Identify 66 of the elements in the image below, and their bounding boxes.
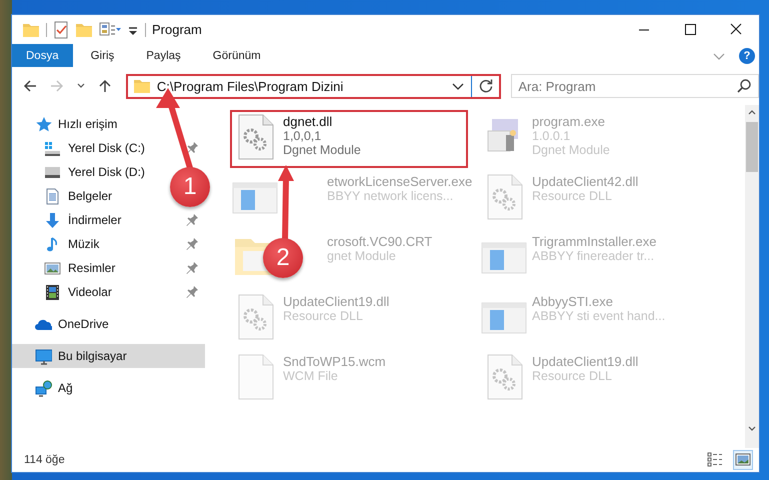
file-name: UpdateClient42.dll — [532, 174, 638, 189]
sidebar-item[interactable]: Bu bilgisayar — [12, 344, 205, 368]
address-bar[interactable]: C:\Program Files\Program Dizini — [126, 74, 502, 98]
pin-icon[interactable] — [185, 237, 199, 251]
window-title: Program — [152, 22, 202, 37]
folder-icon — [132, 77, 151, 95]
file-detail: Resource DLL — [283, 309, 364, 323]
address-path: C:\Program Files\Program Dizini — [156, 78, 344, 94]
network-icon — [35, 380, 52, 396]
search-icon[interactable] — [736, 78, 752, 94]
sidebar-item[interactable]: OneDrive — [12, 312, 115, 336]
pin-icon[interactable] — [185, 141, 199, 155]
file-detail: 1,0,0,1 — [283, 129, 322, 143]
ribbon-tab[interactable]: Dosya — [12, 44, 73, 67]
document-icon — [44, 188, 61, 204]
film-icon — [44, 284, 61, 300]
drive-icon — [44, 140, 61, 156]
file-detail: BBYY network licens... — [327, 189, 454, 203]
file-name: UpdateClient19.dll — [532, 354, 638, 369]
sidebar-item[interactable]: Videolar — [12, 280, 205, 304]
file-name: TrigrammInstaller.exe — [532, 234, 656, 249]
file-name: program.exe — [532, 114, 606, 129]
file-name: crosoft.VC90.CRT — [327, 234, 432, 249]
download-arrow-icon — [44, 212, 61, 228]
star-icon — [35, 116, 52, 132]
sidebar-item[interactable]: İndirmeler — [12, 208, 205, 232]
pin-icon[interactable] — [185, 261, 199, 275]
scrollbar-drawing[interactable] — [745, 105, 759, 448]
file-detail: Resource DLL — [532, 369, 613, 383]
search-field[interactable]: Ara: Program — [511, 74, 759, 98]
file-name: dgnet.dll — [283, 114, 334, 129]
file-detail: ABBYY finereader tr... — [532, 249, 656, 263]
file-detail: gnet Module — [327, 249, 397, 263]
ribbon-tab[interactable]: Görünüm — [198, 44, 275, 67]
file-name: UpdateClient19.dll — [283, 294, 390, 309]
help-button[interactable]: ? — [739, 48, 755, 64]
sidebar-item[interactable]: Yerel Disk (D:) — [12, 160, 151, 184]
file-name: SndToWP15.wcm — [283, 354, 386, 369]
ribbon-tab[interactable]: Giriş — [76, 44, 128, 67]
checklist-icon[interactable] — [53, 20, 69, 38]
sidebar-item[interactable]: Yerel Disk (C:) — [12, 136, 205, 160]
sidebar-item[interactable]: Ağ — [12, 376, 79, 400]
properties-icon[interactable] — [99, 20, 121, 38]
up-arrow-icon[interactable] — [96, 78, 113, 94]
file-detail: 1.0.0.1 — [532, 129, 572, 143]
file-detail: Dgnet Module — [283, 143, 361, 157]
file-detail: Dgnet Module — [532, 143, 610, 157]
pin-icon[interactable] — [185, 285, 199, 299]
computer-icon — [35, 348, 52, 364]
back-arrow-icon[interactable] — [22, 78, 38, 94]
file-tile[interactable]: dgnet.dll 1,0,0,1 Dgnet Module — [283, 113, 361, 167]
file-name: AbbyySTI.exe — [532, 294, 614, 309]
file-detail: ABBYY sti event hand... — [532, 309, 666, 323]
sidebar-item[interactable]: Hızlı erişim — [12, 112, 124, 136]
file-detail: Resource DLL — [532, 189, 613, 203]
large-icons-view-icon[interactable] — [733, 450, 753, 470]
refresh-icon[interactable] — [478, 78, 494, 94]
file-detail: WCM File — [283, 369, 339, 383]
sidebar-item[interactable]: Müzik — [12, 232, 205, 256]
picture-icon — [44, 260, 61, 276]
file-name: etworkLicenseServer.exe — [327, 174, 472, 189]
pin-icon[interactable] — [185, 213, 199, 227]
sidebar-item[interactable]: Resimler — [12, 256, 205, 280]
ribbon-tab[interactable]: Paylaş — [132, 44, 195, 67]
item-count: 114 öğe — [24, 454, 65, 466]
sidebar-item[interactable]: Belgeler — [12, 184, 118, 208]
